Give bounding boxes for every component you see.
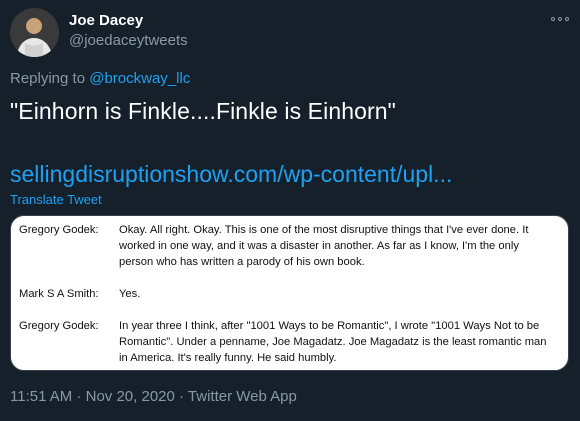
tweet-url-link[interactable]: sellingdisruptionshow.com/wp-content/upl… <box>10 161 452 188</box>
reply-mention-link[interactable]: @brockway_llc <box>89 70 190 87</box>
user-handle[interactable]: @joedaceytweets <box>69 32 188 49</box>
more-icon[interactable] <box>551 12 569 26</box>
transcript-text: In year three I think, after "1001 Ways … <box>119 320 547 364</box>
replying-to-label: Replying to <box>10 70 86 87</box>
transcript-speaker: Gregory Godek: <box>19 224 99 236</box>
replying-to: Replying to @brockway_llc <box>10 70 190 87</box>
more-dot <box>565 17 569 21</box>
tweet-text: "Einhorn is Finkle....Finkle is Einhorn" <box>10 98 396 124</box>
tweet-source[interactable]: Twitter Web App <box>188 388 297 405</box>
transcript-speaker: Gregory Godek: <box>19 320 99 332</box>
tweet-time[interactable]: 11:51 AM <box>10 388 72 405</box>
more-dot <box>558 17 562 21</box>
avatar[interactable] <box>10 8 59 57</box>
meta-separator: · <box>72 388 86 405</box>
transcript-text: Okay. All right. Okay. This is one of th… <box>119 224 529 268</box>
tweet-image[interactable]: Gregory Godek: Okay. All right. Okay. Th… <box>10 215 569 371</box>
transcript-text: Yes. <box>119 288 141 300</box>
user-display-name[interactable]: Joe Dacey <box>69 12 143 29</box>
tweet-meta: 11:51 AM · Nov 20, 2020 · Twitter Web Ap… <box>10 388 297 405</box>
tweet-date[interactable]: Nov 20, 2020 <box>86 388 175 405</box>
avatar-image <box>10 8 59 57</box>
transcript-speaker: Mark S A Smith: <box>19 288 99 300</box>
translate-tweet-button[interactable]: Translate Tweet <box>10 192 102 207</box>
meta-separator: · <box>174 388 188 405</box>
more-dot <box>551 17 555 21</box>
